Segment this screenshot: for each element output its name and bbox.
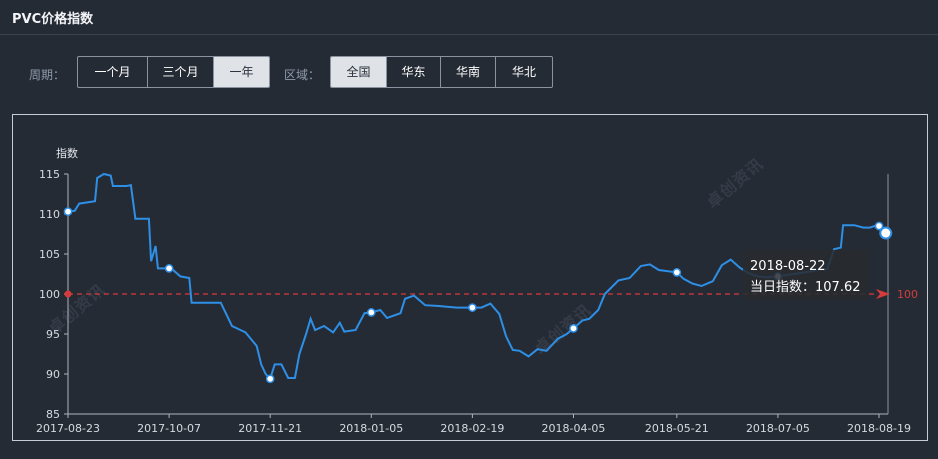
tooltip-value-row: 当日指数：107.62 bbox=[750, 277, 862, 298]
x-tick-label: 2017-11-21 bbox=[238, 422, 302, 435]
tooltip-value-label: 当日指数： bbox=[750, 280, 816, 295]
x-tick-label: 2018-02-19 bbox=[440, 422, 504, 435]
x-tick-label: 2018-04-05 bbox=[542, 422, 606, 435]
data-point bbox=[569, 324, 578, 333]
chart-tooltip: 2018-08-22 当日指数：107.62 bbox=[743, 250, 869, 300]
x-tick-label: 2018-05-21 bbox=[645, 422, 709, 435]
data-point bbox=[265, 374, 275, 384]
tooltip-date: 2018-08-22 bbox=[750, 259, 826, 274]
y-tick-label: 115 bbox=[39, 168, 60, 181]
tooltip-value: 107.62 bbox=[815, 280, 861, 295]
y-axis-title: 指数 bbox=[56, 146, 78, 160]
data-point bbox=[366, 308, 376, 317]
data-point bbox=[468, 303, 477, 312]
baseline-start-marker bbox=[64, 290, 72, 298]
y-tick-label: 105 bbox=[39, 248, 60, 261]
price-index-chart: 指数 85 90 95 100 105 110 115 2017-08-23 2017-10-07… bbox=[36, 146, 918, 435]
y-tick-label: 90 bbox=[46, 368, 60, 381]
x-tick-label: 2017-08-23 bbox=[36, 422, 100, 435]
baseline-label: 100 bbox=[897, 288, 918, 301]
data-point bbox=[164, 264, 174, 273]
data-point bbox=[672, 268, 682, 277]
y-tick-label: 100 bbox=[39, 288, 60, 301]
highlighted-point bbox=[879, 226, 893, 240]
y-tick-label: 95 bbox=[46, 328, 60, 341]
x-tick-label: 2018-08-19 bbox=[847, 422, 911, 435]
y-tick-label: 85 bbox=[46, 408, 60, 421]
x-tick-label: 2017-10-07 bbox=[137, 422, 201, 435]
y-tick-label: 110 bbox=[39, 208, 60, 221]
x-tick-label: 2018-01-05 bbox=[339, 422, 403, 435]
x-tick-label: 2018-07-05 bbox=[746, 422, 810, 435]
data-point bbox=[63, 207, 73, 216]
